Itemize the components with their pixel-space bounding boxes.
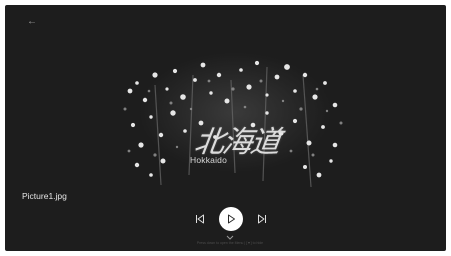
skip-next-icon (258, 214, 266, 224)
photo-viewer-screen: ← 北海道 Hokkaido Picture1.jpg Press down t… (5, 5, 446, 251)
play-icon (228, 214, 235, 224)
next-button[interactable] (251, 207, 273, 231)
skip-previous-icon (196, 214, 204, 224)
arrow-left-icon: ← (27, 16, 37, 27)
play-button[interactable] (219, 207, 243, 231)
previous-button[interactable] (189, 207, 211, 231)
back-button[interactable]: ← (25, 16, 39, 28)
photo-overlay-title: 北海道 Hokkaido (165, 117, 295, 175)
file-name-label: Picture1.jpg (22, 191, 67, 201)
playback-controls (189, 207, 273, 231)
menu-hint-text: Press down to open the Menu | [▼] to hid… (196, 241, 264, 245)
photo-subtitle-text: Hokkaido (190, 155, 228, 165)
